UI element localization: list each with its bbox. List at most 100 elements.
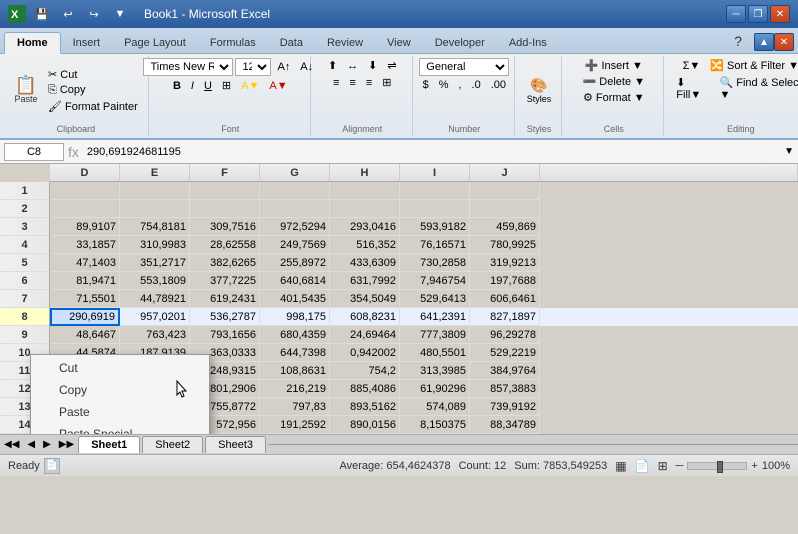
cell-e2[interactable]	[120, 200, 190, 218]
sheet-tab-2[interactable]: Sheet2	[142, 436, 203, 453]
cell-j13[interactable]: 739,9192	[470, 398, 540, 416]
cell-j4[interactable]: 780,9925	[470, 236, 540, 254]
cell-h13[interactable]: 893,5162	[330, 398, 400, 416]
sheet-nav-next[interactable]: ▶	[39, 439, 55, 450]
cell-i3[interactable]: 593,9182	[400, 218, 470, 236]
percent-btn[interactable]: %	[435, 78, 453, 92]
cell-f2[interactable]	[190, 200, 260, 218]
cell-j12[interactable]: 857,3883	[470, 380, 540, 398]
undo-btn[interactable]: ↩	[58, 5, 78, 23]
italic-btn[interactable]: I	[187, 79, 198, 93]
align-left-btn[interactable]: ≡	[329, 75, 343, 90]
cell-e6[interactable]: 553,1809	[120, 272, 190, 290]
cell-e3[interactable]: 754,8181	[120, 218, 190, 236]
tab-home[interactable]: Home	[4, 32, 61, 54]
cell-f4[interactable]: 28,62558	[190, 236, 260, 254]
cell-j3[interactable]: 459,869	[470, 218, 540, 236]
align-middle-btn[interactable]: ↔	[343, 58, 362, 73]
zoom-slider[interactable]	[687, 462, 747, 470]
cell-e8[interactable]: 957,0201	[120, 308, 190, 326]
menu-cut[interactable]: Cut	[31, 357, 209, 379]
menu-copy[interactable]: Copy	[31, 379, 209, 401]
sort-filter-btn[interactable]: 🔀 Sort & Filter ▼	[706, 58, 798, 73]
formula-input[interactable]	[83, 143, 780, 161]
menu-paste-special[interactable]: Paste Special...	[31, 423, 209, 434]
fill-btn[interactable]: ⬇ Fill▼	[672, 75, 713, 102]
bold-btn[interactable]: B	[169, 79, 185, 93]
cell-f8[interactable]: 536,2787	[190, 308, 260, 326]
cell-g12[interactable]: 216,219	[260, 380, 330, 398]
currency-btn[interactable]: $	[419, 78, 433, 92]
tab-insert[interactable]: Insert	[61, 33, 113, 53]
cell-g5[interactable]: 255,8972	[260, 254, 330, 272]
sum-btn[interactable]: Σ▼	[679, 59, 705, 73]
cell-d6[interactable]: 81,9471	[50, 272, 120, 290]
cell-i1[interactable]	[400, 182, 470, 200]
cell-i13[interactable]: 574,089	[400, 398, 470, 416]
cell-e9[interactable]: 763,423	[120, 326, 190, 344]
cell-f9[interactable]: 793,1656	[190, 326, 260, 344]
cell-i5[interactable]: 730,2858	[400, 254, 470, 272]
cell-j9[interactable]: 96,29278	[470, 326, 540, 344]
cell-j1[interactable]	[470, 182, 540, 200]
cell-i6[interactable]: 7,946754	[400, 272, 470, 290]
align-top-btn[interactable]: ⬆	[324, 58, 341, 73]
comma-btn[interactable]: ,	[454, 78, 465, 92]
view-normal[interactable]: ▦	[615, 459, 626, 473]
tab-view[interactable]: View	[375, 33, 423, 53]
cell-i11[interactable]: 313,3985	[400, 362, 470, 380]
cell-h4[interactable]: 516,352	[330, 236, 400, 254]
cell-d4[interactable]: 33,1857	[50, 236, 120, 254]
wrap-text-btn[interactable]: ⇌	[383, 58, 400, 73]
cell-h12[interactable]: 885,4086	[330, 380, 400, 398]
cell-j11[interactable]: 384,9764	[470, 362, 540, 380]
cell-i8[interactable]: 641,2391	[400, 308, 470, 326]
view-page-break[interactable]: ⊞	[658, 459, 668, 473]
styles-btn[interactable]: 🎨 Styles	[523, 75, 556, 106]
ribbon-minimize[interactable]: ▲	[754, 33, 774, 51]
close-btn[interactable]: ✕	[770, 5, 790, 23]
cell-f6[interactable]: 377,7225	[190, 272, 260, 290]
menu-paste[interactable]: Paste	[31, 401, 209, 423]
cell-i10[interactable]: 480,5501	[400, 344, 470, 362]
cell-h3[interactable]: 293,0416	[330, 218, 400, 236]
cell-g9[interactable]: 680,4359	[260, 326, 330, 344]
increase-font-btn[interactable]: A↑	[273, 60, 294, 74]
cell-e4[interactable]: 310,9983	[120, 236, 190, 254]
cell-i7[interactable]: 529,6413	[400, 290, 470, 308]
delete-cells-btn[interactable]: ➖ Delete ▼	[579, 74, 650, 89]
number-format-select[interactable]: General	[419, 58, 509, 76]
cell-g6[interactable]: 640,6814	[260, 272, 330, 290]
tab-review[interactable]: Review	[315, 33, 375, 53]
insert-cells-btn[interactable]: ➕ Insert ▼	[581, 58, 647, 73]
align-center-btn[interactable]: ≡	[345, 75, 359, 90]
tab-formulas[interactable]: Formulas	[198, 33, 268, 53]
cell-i4[interactable]: 76,16571	[400, 236, 470, 254]
paste-btn[interactable]: 📋 Paste	[10, 74, 42, 106]
name-box[interactable]	[4, 143, 64, 161]
cell-j2[interactable]	[470, 200, 540, 218]
cell-h2[interactable]	[330, 200, 400, 218]
cell-j10[interactable]: 529,2219	[470, 344, 540, 362]
save-btn[interactable]: 💾	[32, 5, 52, 23]
sheet-nav-left[interactable]: ◀◀	[0, 439, 23, 450]
cell-j7[interactable]: 606,6461	[470, 290, 540, 308]
cell-d2[interactable]	[50, 200, 120, 218]
cell-i14[interactable]: 8,150375	[400, 416, 470, 434]
cell-h9[interactable]: 24,69464	[330, 326, 400, 344]
tab-developer[interactable]: Developer	[423, 33, 497, 53]
cell-e5[interactable]: 351,2717	[120, 254, 190, 272]
workbook-close[interactable]: ✕	[774, 33, 794, 51]
merge-btn[interactable]: ⊞	[378, 75, 395, 90]
tab-page-layout[interactable]: Page Layout	[112, 33, 198, 53]
cell-g10[interactable]: 644,7398	[260, 344, 330, 362]
cell-d7[interactable]: 71,5501	[50, 290, 120, 308]
tab-data[interactable]: Data	[268, 33, 315, 53]
cell-e1[interactable]	[120, 182, 190, 200]
fill-color-btn[interactable]: A▼	[237, 79, 263, 93]
cell-e7[interactable]: 44,78921	[120, 290, 190, 308]
cell-h5[interactable]: 433,6309	[330, 254, 400, 272]
cell-h8[interactable]: 608,8231	[330, 308, 400, 326]
cell-g4[interactable]: 249,7569	[260, 236, 330, 254]
sheet-tab-3[interactable]: Sheet3	[205, 436, 266, 453]
